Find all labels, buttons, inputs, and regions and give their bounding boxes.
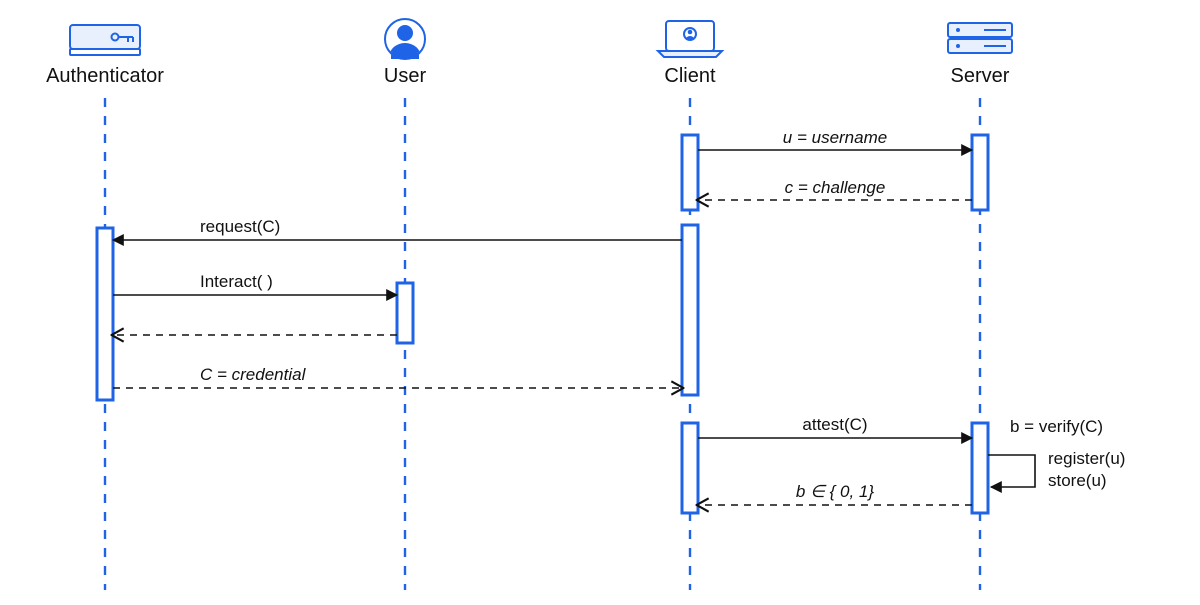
activation-client-1 <box>682 135 698 210</box>
msg-self-register <box>988 455 1035 487</box>
activation-authenticator <box>97 228 113 400</box>
lane-label-client: Client <box>664 65 716 87</box>
lane-label-server: Server <box>951 65 1010 87</box>
authenticator-icon <box>70 25 140 55</box>
msg-username-label: u = username <box>783 128 887 147</box>
sequence-diagram: u = username c = challenge request(C) In… <box>0 0 1200 605</box>
msg-credential-label: C = credential <box>200 365 307 384</box>
lane-label-user: User <box>384 65 427 87</box>
msg-interact-label: Interact( ) <box>200 272 273 291</box>
activation-server-1 <box>972 135 988 210</box>
note-verify: b = verify(C) <box>1010 417 1103 436</box>
note-register: register(u) <box>1048 449 1125 468</box>
msg-challenge-label: c = challenge <box>785 178 886 197</box>
msg-request-label: request(C) <box>200 217 280 236</box>
note-store: store(u) <box>1048 471 1107 490</box>
lane-label-authenticator: Authenticator <box>46 65 164 87</box>
msg-result-label: b ∈ { 0, 1} <box>796 482 874 501</box>
activation-client-2 <box>682 225 698 395</box>
user-icon <box>385 19 425 65</box>
activation-user <box>397 283 413 343</box>
client-icon <box>658 21 722 57</box>
server-icon <box>948 23 1012 53</box>
activation-server-2 <box>972 423 988 513</box>
msg-attest-label: attest(C) <box>802 415 867 434</box>
activation-client-3 <box>682 423 698 513</box>
